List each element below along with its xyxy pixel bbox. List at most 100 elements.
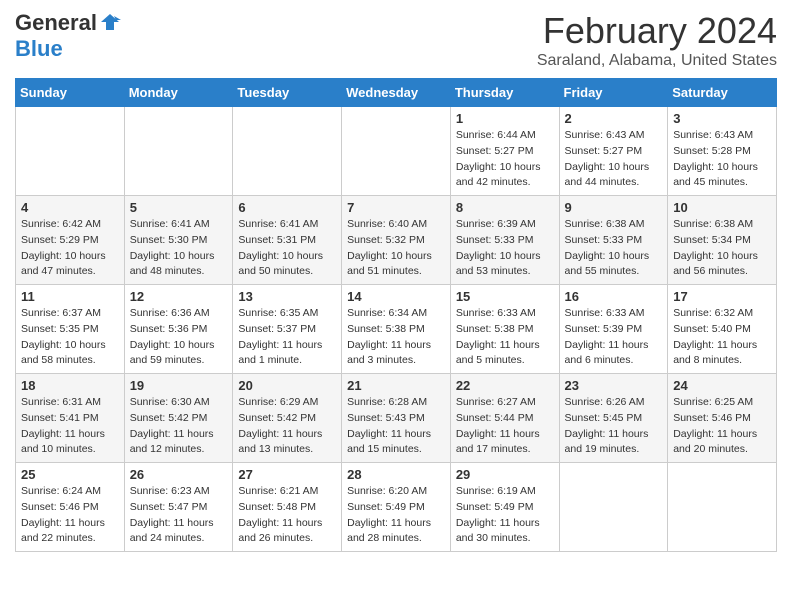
table-cell	[233, 107, 342, 196]
day-number: 10	[673, 200, 771, 215]
calendar-week-row: 1 Sunrise: 6:44 AM Sunset: 5:27 PM Daylig…	[16, 107, 777, 196]
month-title: February 2024	[537, 10, 777, 52]
day-number: 6	[238, 200, 336, 215]
col-saturday: Saturday	[668, 79, 777, 107]
table-cell: 28 Sunrise: 6:20 AM Sunset: 5:49 PM Dayli…	[342, 463, 451, 552]
col-sunday: Sunday	[16, 79, 125, 107]
day-info: Sunrise: 6:44 AM Sunset: 5:27 PM Dayligh…	[456, 128, 554, 191]
table-cell: 29Sunrise: 6:19 AM Sunset: 5:49 PM Dayli…	[450, 463, 559, 552]
day-number: 19	[130, 378, 228, 393]
col-monday: Monday	[124, 79, 233, 107]
day-info: Sunrise: 6:24 AM Sunset: 5:46 PM Dayligh…	[21, 484, 119, 547]
calendar-body: 1 Sunrise: 6:44 AM Sunset: 5:27 PM Daylig…	[16, 107, 777, 552]
day-number: 24	[673, 378, 771, 393]
day-info: Sunrise: 6:41 AM Sunset: 5:30 PM Dayligh…	[130, 217, 228, 280]
day-number: 23	[565, 378, 663, 393]
logo-blue: Blue	[15, 36, 63, 61]
calendar-week-row: 25 Sunrise: 6:24 AM Sunset: 5:46 PM Dayli…	[16, 463, 777, 552]
table-cell: 6 Sunrise: 6:41 AM Sunset: 5:31 PM Daylig…	[233, 196, 342, 285]
table-cell: 14Sunrise: 6:34 AM Sunset: 5:38 PM Dayli…	[342, 285, 451, 374]
day-number: 4	[21, 200, 119, 215]
day-number: 12	[130, 289, 228, 304]
table-cell: 2 Sunrise: 6:43 AM Sunset: 5:27 PM Daylig…	[559, 107, 668, 196]
table-cell: 18 Sunrise: 6:31 AM Sunset: 5:41 PM Dayli…	[16, 374, 125, 463]
calendar-header-row: Sunday Monday Tuesday Wednesday Thursday…	[16, 79, 777, 107]
table-cell: 17 Sunrise: 6:32 AM Sunset: 5:40 PM Dayli…	[668, 285, 777, 374]
day-info: Sunrise: 6:32 AM Sunset: 5:40 PM Dayligh…	[673, 306, 771, 369]
table-cell: 1 Sunrise: 6:44 AM Sunset: 5:27 PM Daylig…	[450, 107, 559, 196]
col-thursday: Thursday	[450, 79, 559, 107]
table-cell: 22 Sunrise: 6:27 AM Sunset: 5:44 PM Dayli…	[450, 374, 559, 463]
logo-bird-icon	[99, 12, 121, 34]
day-number: 26	[130, 467, 228, 482]
day-number: 27	[238, 467, 336, 482]
logo: General Blue	[15, 10, 121, 62]
table-cell: 12 Sunrise: 6:36 AM Sunset: 5:36 PM Dayli…	[124, 285, 233, 374]
day-info: Sunrise: 6:40 AM Sunset: 5:32 PM Dayligh…	[347, 217, 445, 280]
title-area: February 2024 Saraland, Alabama, United …	[537, 10, 777, 70]
table-cell: 8 Sunrise: 6:39 AM Sunset: 5:33 PM Daylig…	[450, 196, 559, 285]
day-info: Sunrise: 6:29 AM Sunset: 5:42 PM Dayligh…	[238, 395, 336, 458]
day-info: Sunrise: 6:39 AM Sunset: 5:33 PM Dayligh…	[456, 217, 554, 280]
table-cell: 24 Sunrise: 6:25 AM Sunset: 5:46 PM Dayli…	[668, 374, 777, 463]
day-info: Sunrise: 6:25 AM Sunset: 5:46 PM Dayligh…	[673, 395, 771, 458]
day-info: Sunrise: 6:35 AM Sunset: 5:37 PM Dayligh…	[238, 306, 336, 369]
day-number: 29	[456, 467, 554, 482]
table-cell	[16, 107, 125, 196]
table-cell: 25 Sunrise: 6:24 AM Sunset: 5:46 PM Dayli…	[16, 463, 125, 552]
day-number: 3	[673, 111, 771, 126]
table-cell: 21Sunrise: 6:28 AM Sunset: 5:43 PM Dayli…	[342, 374, 451, 463]
table-cell: 10Sunrise: 6:38 AM Sunset: 5:34 PM Dayli…	[668, 196, 777, 285]
table-cell: 19 Sunrise: 6:30 AM Sunset: 5:42 PM Dayli…	[124, 374, 233, 463]
table-cell	[124, 107, 233, 196]
day-info: Sunrise: 6:23 AM Sunset: 5:47 PM Dayligh…	[130, 484, 228, 547]
day-info: Sunrise: 6:33 AM Sunset: 5:39 PM Dayligh…	[565, 306, 663, 369]
day-number: 1	[456, 111, 554, 126]
table-cell: 23Sunrise: 6:26 AM Sunset: 5:45 PM Dayli…	[559, 374, 668, 463]
day-number: 13	[238, 289, 336, 304]
day-info: Sunrise: 6:27 AM Sunset: 5:44 PM Dayligh…	[456, 395, 554, 458]
calendar-week-row: 4 Sunrise: 6:42 AM Sunset: 5:29 PM Daylig…	[16, 196, 777, 285]
day-number: 15	[456, 289, 554, 304]
day-info: Sunrise: 6:30 AM Sunset: 5:42 PM Dayligh…	[130, 395, 228, 458]
location-title: Saraland, Alabama, United States	[537, 52, 777, 70]
table-cell: 4 Sunrise: 6:42 AM Sunset: 5:29 PM Daylig…	[16, 196, 125, 285]
day-number: 16	[565, 289, 663, 304]
table-cell: 27 Sunrise: 6:21 AM Sunset: 5:48 PM Dayli…	[233, 463, 342, 552]
table-cell: 13 Sunrise: 6:35 AM Sunset: 5:37 PM Dayli…	[233, 285, 342, 374]
table-cell: 15Sunrise: 6:33 AM Sunset: 5:38 PM Dayli…	[450, 285, 559, 374]
table-cell	[342, 107, 451, 196]
day-info: Sunrise: 6:37 AM Sunset: 5:35 PM Dayligh…	[21, 306, 119, 369]
day-number: 11	[21, 289, 119, 304]
day-number: 8	[456, 200, 554, 215]
table-cell: 20Sunrise: 6:29 AM Sunset: 5:42 PM Dayli…	[233, 374, 342, 463]
day-info: Sunrise: 6:31 AM Sunset: 5:41 PM Dayligh…	[21, 395, 119, 458]
day-info: Sunrise: 6:21 AM Sunset: 5:48 PM Dayligh…	[238, 484, 336, 547]
day-number: 2	[565, 111, 663, 126]
day-number: 18	[21, 378, 119, 393]
header: General Blue February 2024 Saraland, Ala…	[15, 10, 777, 70]
day-info: Sunrise: 6:36 AM Sunset: 5:36 PM Dayligh…	[130, 306, 228, 369]
day-number: 22	[456, 378, 554, 393]
table-cell: 3 Sunrise: 6:43 AM Sunset: 5:28 PM Daylig…	[668, 107, 777, 196]
calendar-week-row: 11 Sunrise: 6:37 AM Sunset: 5:35 PM Dayli…	[16, 285, 777, 374]
calendar-week-row: 18 Sunrise: 6:31 AM Sunset: 5:41 PM Dayli…	[16, 374, 777, 463]
day-info: Sunrise: 6:42 AM Sunset: 5:29 PM Dayligh…	[21, 217, 119, 280]
day-info: Sunrise: 6:43 AM Sunset: 5:27 PM Dayligh…	[565, 128, 663, 191]
table-cell	[559, 463, 668, 552]
day-info: Sunrise: 6:20 AM Sunset: 5:49 PM Dayligh…	[347, 484, 445, 547]
day-info: Sunrise: 6:43 AM Sunset: 5:28 PM Dayligh…	[673, 128, 771, 191]
table-cell: 7 Sunrise: 6:40 AM Sunset: 5:32 PM Daylig…	[342, 196, 451, 285]
col-friday: Friday	[559, 79, 668, 107]
day-number: 7	[347, 200, 445, 215]
day-info: Sunrise: 6:28 AM Sunset: 5:43 PM Dayligh…	[347, 395, 445, 458]
logo-general: General	[15, 10, 97, 36]
day-number: 28	[347, 467, 445, 482]
table-cell: 26 Sunrise: 6:23 AM Sunset: 5:47 PM Dayli…	[124, 463, 233, 552]
day-info: Sunrise: 6:41 AM Sunset: 5:31 PM Dayligh…	[238, 217, 336, 280]
day-number: 17	[673, 289, 771, 304]
day-number: 25	[21, 467, 119, 482]
day-number: 5	[130, 200, 228, 215]
col-tuesday: Tuesday	[233, 79, 342, 107]
calendar-table: Sunday Monday Tuesday Wednesday Thursday…	[15, 78, 777, 552]
